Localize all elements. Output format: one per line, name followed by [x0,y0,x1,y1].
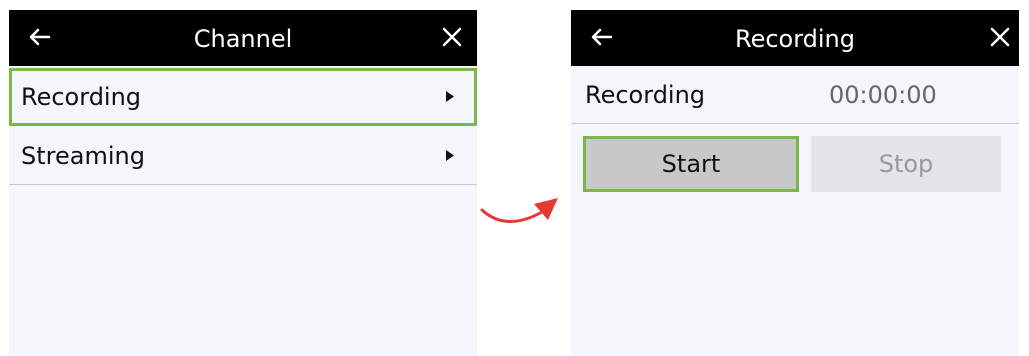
menu-item-label: Recording [21,83,142,111]
channel-title: Channel [193,25,293,53]
recording-title: Recording [734,25,856,53]
elapsed-time: 00:00:00 [829,81,937,109]
recording-status-row: Recording 00:00:00 [571,66,1019,124]
curved-arrow-icon [480,198,558,223]
menu-item-recording[interactable]: Recording [9,68,477,126]
channel-title-bar: Channel [9,10,477,66]
caret-right-icon [446,91,454,102]
close-icon[interactable] [987,24,1013,50]
recording-title-bar: Recording [571,10,1019,66]
start-button[interactable]: Start [583,136,799,192]
close-icon[interactable] [439,24,465,50]
caret-right-icon [446,150,454,161]
recording-screen: Recording Recording 00:00:00 Start Stop [571,10,1019,356]
stop-button[interactable]: Stop [811,136,1001,192]
channel-screen: Channel Recording Streaming [9,10,477,356]
recording-status-label: Recording [585,81,706,109]
menu-item-streaming[interactable]: Streaming [9,127,477,185]
menu-item-label: Streaming [21,142,145,170]
